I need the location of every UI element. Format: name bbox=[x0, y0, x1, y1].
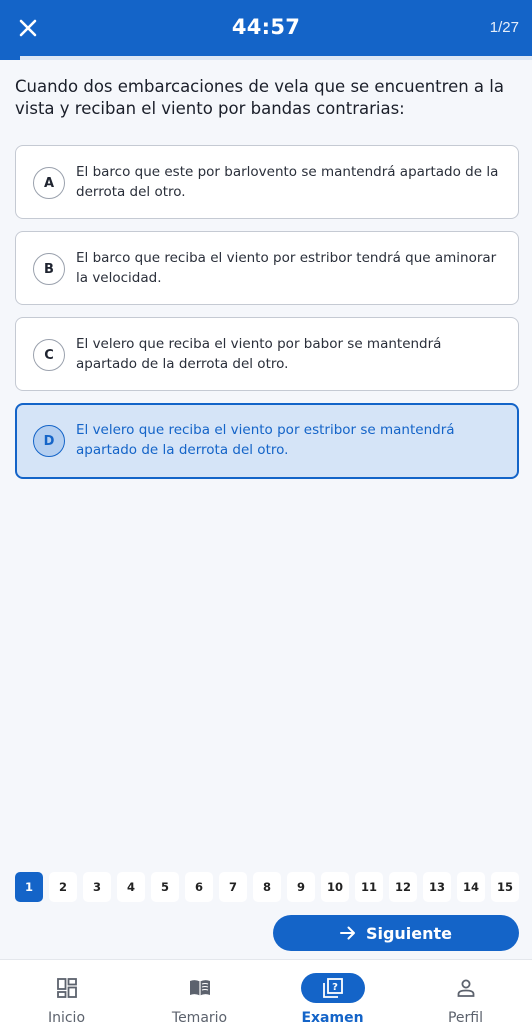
svg-text:?: ? bbox=[332, 982, 338, 993]
dashboard-icon bbox=[35, 973, 99, 1003]
option-letter: D bbox=[33, 425, 65, 457]
option-text: El velero que reciba el viento por estri… bbox=[76, 422, 455, 458]
page-button-15[interactable]: 15 bbox=[491, 872, 519, 902]
option-letter: C bbox=[33, 339, 65, 371]
option-c[interactable]: C El velero que reciba el viento por bab… bbox=[15, 317, 519, 391]
quiz-icon: ? bbox=[300, 973, 365, 1003]
nav-label: Inicio bbox=[47, 1010, 86, 1026]
next-button[interactable]: Siguiente bbox=[273, 915, 519, 951]
option-b[interactable]: B El barco que reciba el viento por estr… bbox=[15, 231, 519, 305]
nav-label: Temario bbox=[171, 1010, 228, 1026]
page-button-14[interactable]: 14 bbox=[457, 872, 485, 902]
page-button-10[interactable]: 10 bbox=[321, 872, 349, 902]
nav-item-inicio[interactable]: Inicio bbox=[0, 960, 133, 1035]
page-button-6[interactable]: 6 bbox=[185, 872, 213, 902]
page-button-11[interactable]: 11 bbox=[355, 872, 383, 902]
nav-item-perfil[interactable]: Perfil bbox=[399, 960, 532, 1035]
page-button-3[interactable]: 3 bbox=[83, 872, 111, 902]
exam-timer: 44:57 bbox=[231, 15, 301, 39]
nav-label: Examen bbox=[301, 1010, 364, 1026]
page-button-13[interactable]: 13 bbox=[423, 872, 451, 902]
bottom-navigation: Inicio Temario ? Examen Perfil bbox=[0, 959, 532, 1035]
app-header: 44:57 1/27 bbox=[0, 0, 532, 56]
arrow-right-icon bbox=[339, 926, 355, 940]
page-button-1[interactable]: 1 bbox=[15, 872, 43, 902]
page-button-2[interactable]: 2 bbox=[49, 872, 77, 902]
option-letter: A bbox=[33, 167, 65, 199]
option-text: El barco que reciba el viento por estrib… bbox=[76, 250, 497, 286]
question-pager: 1 2 3 4 5 6 7 8 9 10 11 12 13 14 15 bbox=[15, 872, 521, 902]
progress-fill bbox=[0, 56, 20, 60]
option-d[interactable]: D El velero que reciba el viento por est… bbox=[15, 403, 519, 479]
nav-item-temario[interactable]: Temario bbox=[133, 960, 266, 1035]
person-icon bbox=[434, 973, 498, 1003]
page-button-5[interactable]: 5 bbox=[151, 872, 179, 902]
page-button-9[interactable]: 9 bbox=[287, 872, 315, 902]
page-button-4[interactable]: 4 bbox=[117, 872, 145, 902]
option-a[interactable]: A El barco que este por barlovento se ma… bbox=[15, 145, 519, 219]
next-button-label: Siguiente bbox=[365, 923, 453, 943]
progress-bar bbox=[0, 56, 532, 60]
book-icon bbox=[168, 973, 232, 1003]
page-button-7[interactable]: 7 bbox=[219, 872, 247, 902]
page-button-12[interactable]: 12 bbox=[389, 872, 417, 902]
nav-item-examen[interactable]: ? Examen bbox=[266, 960, 399, 1035]
option-text: El barco que este por barlovento se mant… bbox=[76, 164, 499, 200]
option-letter: B bbox=[33, 253, 65, 285]
option-text: El velero que reciba el viento por babor… bbox=[76, 336, 442, 372]
question-text: Cuando dos embarcaciones de vela que se … bbox=[15, 77, 504, 118]
page-button-8[interactable]: 8 bbox=[253, 872, 281, 902]
nav-label: Perfil bbox=[447, 1010, 484, 1026]
question-counter: 1/27 bbox=[489, 19, 519, 36]
